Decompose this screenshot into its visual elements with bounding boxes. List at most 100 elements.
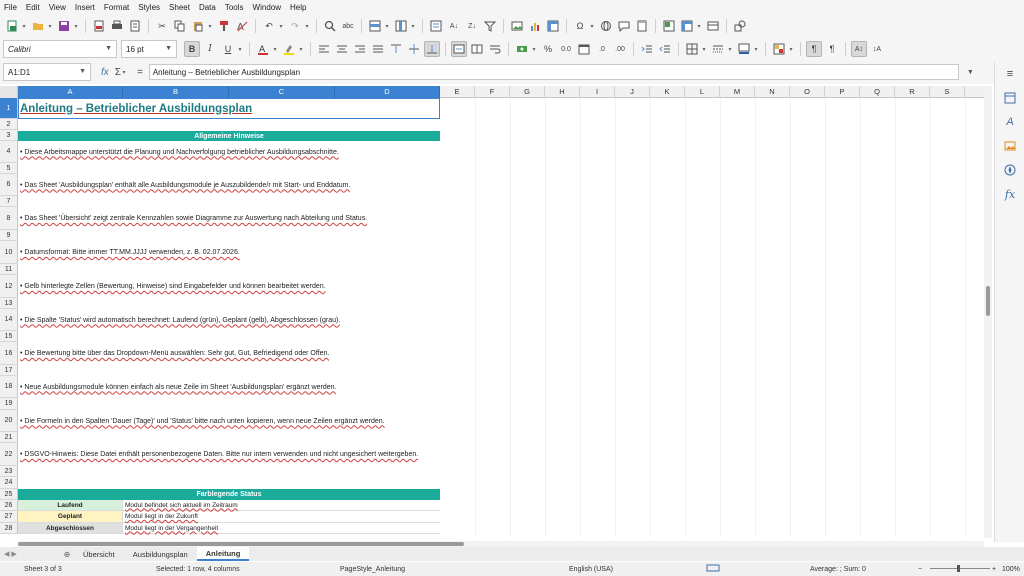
status-zoom[interactable]: 100% [1002,566,1020,573]
export-pdf-icon[interactable] [91,18,107,34]
borders-icon[interactable] [684,41,700,57]
justify-icon[interactable] [370,41,386,57]
row-header[interactable]: 5 [0,163,18,174]
freeze-rows-columns-icon[interactable] [679,18,695,34]
menu-file[interactable]: File [4,3,17,12]
merge-center-icon[interactable] [451,41,467,57]
column-header[interactable]: G [510,86,545,98]
column-header[interactable]: O [790,86,825,98]
column-header[interactable]: D [335,86,440,98]
menu-sheet[interactable]: Sheet [169,3,190,12]
legend-row[interactable]: Abgeschlossen Modul liegt in der Vergang… [18,523,440,534]
zoom-slider-knob[interactable] [957,565,960,572]
conditional-format-icon[interactable] [771,41,787,57]
row-header[interactable]: 13 [0,298,18,309]
wrap-text-icon[interactable] [487,41,503,57]
save-dropdown-icon[interactable]: ▾ [73,23,79,30]
borders-dropdown-icon[interactable]: ▾ [701,46,707,53]
pivot-table-icon[interactable] [545,18,561,34]
formula-input[interactable]: Anleitung – Betrieblicher Ausbildungspla… [148,64,959,80]
row-header[interactable]: 21 [0,432,18,443]
percent-format-icon[interactable]: % [540,41,556,57]
column-dropdown-icon[interactable]: ▾ [410,23,416,30]
note-row[interactable]: • DSGVO-Hinweis: Diese Datei enthält per… [18,443,418,466]
print-icon[interactable] [109,18,125,34]
split-window-icon[interactable] [705,18,721,34]
show-draw-functions-icon[interactable] [732,18,748,34]
sheet-grid[interactable]: 1 2 3 4 5 6 7 8 9 10 11 12 13 14 15 16 1… [0,98,990,537]
section-general-header[interactable]: Allgemeine Hinweise [18,131,440,141]
tab-anleitung[interactable]: Anleitung [196,547,250,561]
print-preview-icon[interactable] [127,18,143,34]
name-box[interactable]: A1:D1 ▼ [3,63,91,81]
row-header[interactable]: 4 [0,141,18,163]
menu-window[interactable]: Window [253,3,281,12]
formula-icon[interactable]: = [137,67,143,78]
row-header[interactable]: 9 [0,230,18,241]
clone-formatting-icon[interactable] [216,18,232,34]
note-row[interactable]: • Diese Arbeitsmappe unterstützt die Pla… [18,141,339,163]
row-header[interactable]: 24 [0,477,18,489]
open-dropdown-icon[interactable]: ▾ [47,23,53,30]
chevron-down-icon[interactable]: ▼ [165,45,172,52]
underline-dropdown-icon[interactable]: ▾ [237,46,243,53]
gallery-icon[interactable] [995,134,1024,158]
column-header[interactable]: S [930,86,965,98]
note-row[interactable]: • Die Bewertung bitte über das Dropdown-… [18,342,329,365]
menu-insert[interactable]: Insert [75,3,95,12]
chevron-down-icon[interactable]: ▼ [105,45,112,52]
column-header[interactable]: M [720,86,755,98]
redo-icon[interactable]: ↷ [287,18,303,34]
zoom-slider[interactable] [930,568,990,569]
text-direction-vertical-icon[interactable]: ↕A [869,41,885,57]
paste-icon[interactable] [190,18,206,34]
zoom-out-icon[interactable]: − [918,566,922,573]
number-format-icon[interactable]: 0.0 [558,41,574,57]
column-header[interactable]: I [580,86,615,98]
decrease-indent-icon[interactable] [657,41,673,57]
legend-row[interactable]: Geplant Modul liegt in der Zukunft [18,511,440,523]
paste-dropdown-icon[interactable]: ▾ [207,23,213,30]
zoom-in-icon[interactable]: + [992,566,996,573]
row-header[interactable]: 6 [0,174,18,196]
note-row[interactable]: • Die Spalte 'Status' wird automatisch b… [18,309,340,331]
redo-dropdown-icon[interactable]: ▾ [304,23,310,30]
center-vertically-icon[interactable] [406,41,422,57]
freeze-dropdown-icon[interactable]: ▾ [696,23,702,30]
row-header[interactable]: 26 [0,500,18,511]
row-header[interactable]: 25 [0,489,18,500]
row-header[interactable]: 8 [0,207,18,230]
highlight-dropdown-icon[interactable]: ▾ [298,46,304,53]
text-direction-horizontal-icon[interactable]: A↕ [851,41,867,57]
define-print-area-icon[interactable] [661,18,677,34]
border-style-dropdown-icon[interactable]: ▾ [727,46,733,53]
row-header[interactable]: 18 [0,376,18,398]
border-color-icon[interactable] [736,41,752,57]
column-header[interactable]: A [18,86,123,98]
note-row[interactable]: • Die Formeln in den Spalten 'Dauer (Tag… [18,410,385,432]
special-character-icon[interactable]: Ω [572,18,588,34]
selection-mode-icon[interactable] [706,564,720,574]
align-bottom-icon[interactable] [424,41,440,57]
insert-chart-icon[interactable] [527,18,543,34]
column-header[interactable]: E [440,86,475,98]
column-header[interactable]: L [685,86,720,98]
styles-icon[interactable]: A [995,110,1024,134]
column-header[interactable]: Q [860,86,895,98]
chevron-down-icon[interactable]: ▼ [79,68,86,75]
menu-help[interactable]: Help [290,3,306,12]
sort-ascending-icon[interactable]: A↓ [446,18,462,34]
add-decimal-icon[interactable]: .0 [594,41,610,57]
bold-icon[interactable]: B [184,41,200,57]
row-header[interactable]: 12 [0,275,18,298]
column-header[interactable]: P [825,86,860,98]
function-wizard-icon[interactable]: fx [101,67,109,78]
note-row[interactable]: • Neue Ausbildungsmodule können einfach … [18,376,336,398]
font-name-box[interactable]: Calibri ▼ [3,40,117,58]
column-header[interactable]: N [755,86,790,98]
row-header[interactable]: 28 [0,523,18,534]
row-header[interactable]: 3 [0,130,18,141]
note-row[interactable]: • Datumsformat: Bitte immer TT.MM.JJJJ v… [18,241,240,264]
column-header[interactable]: J [615,86,650,98]
row-header[interactable]: 23 [0,466,18,477]
